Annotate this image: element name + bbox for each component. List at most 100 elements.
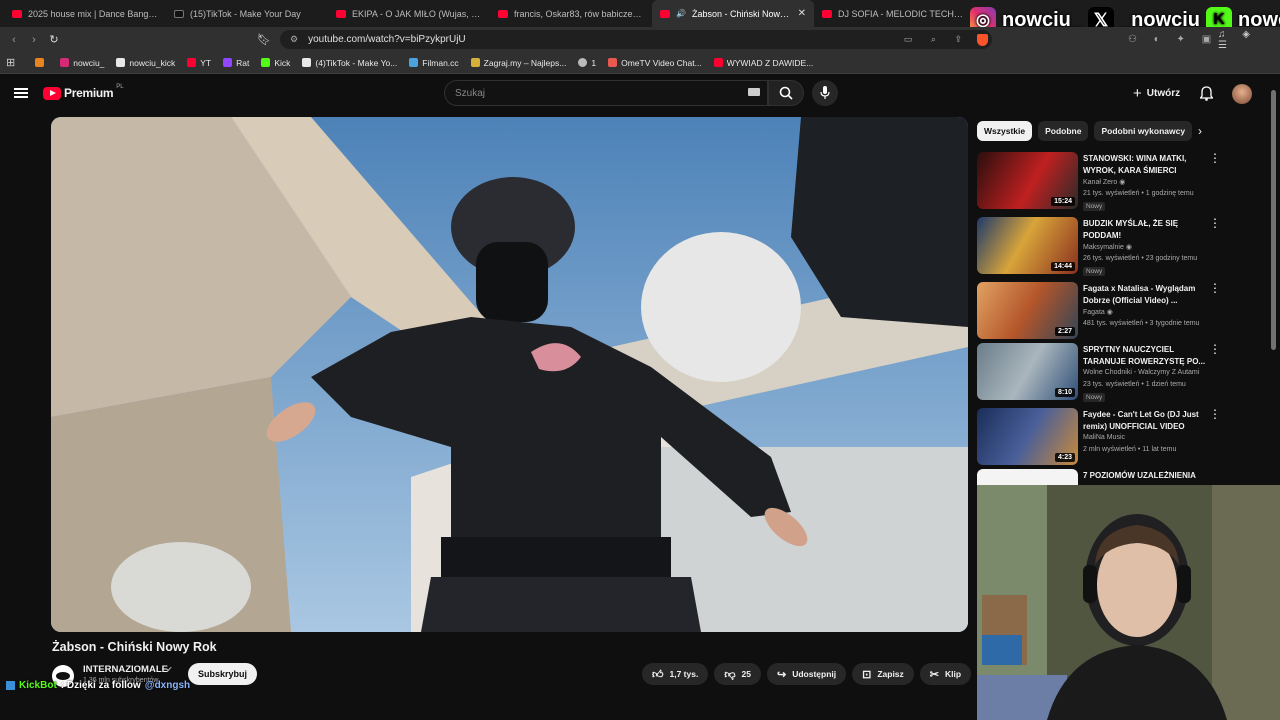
- browser-tab[interactable]: (15)TikTok - Make Your Day: [166, 0, 328, 27]
- verified-icon: ◉: [1106, 309, 1113, 316]
- create-button[interactable]: + Utwórz: [1133, 82, 1180, 104]
- recommendation-channel[interactable]: Fagata ◉: [1083, 308, 1113, 316]
- recommendation-channel[interactable]: Maksymalnie ◉: [1083, 243, 1132, 251]
- bookmark-item[interactable]: WYWIAD Z DAWIDE...: [713, 58, 813, 68]
- thumbs-down-icon: 👎︎: [724, 668, 736, 681]
- bookmark-item[interactable]: [35, 58, 48, 67]
- voice-search-button[interactable]: [812, 80, 838, 106]
- more-options-icon[interactable]: ⋮: [1209, 408, 1221, 420]
- recommendation-title[interactable]: SPRYTNY NAUCZYCIEL TARANUJE ROWERZYSTĘ P…: [1083, 344, 1207, 367]
- more-options-icon[interactable]: ⋮: [1209, 282, 1221, 294]
- chat-message: : Dzięki za follow: [60, 680, 141, 691]
- share-button[interactable]: ↪ Udostępnij: [766, 663, 847, 685]
- recommendation-item[interactable]: 15:24 STANOWSKI: WINA MATKI, WYROK, KARA…: [977, 152, 1221, 212]
- recommendation-item[interactable]: 4:23 Faydee - Can't Let Go (DJ Just remi…: [977, 408, 1221, 468]
- bookmark-icon[interactable]: 🔖︎: [254, 33, 274, 46]
- dislike-button[interactable]: 👎︎ 25: [714, 663, 761, 685]
- page-scrollbar[interactable]: [1271, 90, 1276, 350]
- recommendation-channel[interactable]: Kanał Zero ◉: [1083, 178, 1125, 186]
- speaker-icon: 🔊: [676, 9, 686, 18]
- chip-related[interactable]: Podobne: [1038, 121, 1089, 141]
- bookmark-item[interactable]: Filman.cc: [409, 58, 459, 68]
- close-tab-icon[interactable]: ✕: [798, 8, 806, 19]
- video-player[interactable]: [51, 117, 968, 632]
- recommendation-title[interactable]: BUDZIK MYŚLAŁ, ŻE SIĘ PODDAM!: [1083, 218, 1207, 241]
- forward-icon[interactable]: ›: [24, 34, 44, 46]
- save-button[interactable]: ⊡ Zapisz: [852, 663, 914, 685]
- bookmark-item[interactable]: nowciu_: [60, 58, 104, 68]
- bookmark-item[interactable]: Zagraj.my – Najleps...: [470, 58, 566, 68]
- video-thumbnail[interactable]: 4:23: [977, 408, 1078, 465]
- browser-tab[interactable]: EKIPA - O JAK MIŁO (Wujas, Michu, V: [328, 0, 490, 27]
- recommendation-item[interactable]: 8:10 SPRYTNY NAUCZYCIEL TARANUJE ROWERZY…: [977, 343, 1221, 403]
- brave-shield-icon[interactable]: [977, 33, 988, 46]
- chip-similar-artists[interactable]: Podobni wykonawcy: [1094, 121, 1193, 141]
- duration-badge: 4:23: [1054, 453, 1075, 462]
- new-badge: Nowy: [1083, 202, 1106, 211]
- more-options-icon[interactable]: ⋮: [1209, 343, 1221, 355]
- microphone-icon: [820, 86, 830, 99]
- bookmark-item[interactable]: 1: [578, 58, 596, 68]
- apps-grid-icon[interactable]: ⊞: [6, 56, 15, 69]
- clip-button[interactable]: ✂ Klip: [919, 663, 972, 685]
- reload-icon[interactable]: ↻: [44, 33, 64, 46]
- channel-name[interactable]: INTERNAZIOMALE: [83, 664, 168, 675]
- chip-all[interactable]: Wszystkie: [977, 121, 1033, 141]
- verified-icon: ✔: [166, 665, 173, 674]
- keyboard-icon[interactable]: [748, 88, 760, 96]
- youtube-header: Premium PL Szukaj + Utwórz: [0, 74, 1280, 114]
- youtube-icon: [822, 9, 832, 18]
- video-thumbnail[interactable]: 8:10: [977, 343, 1078, 400]
- recommendation-channel[interactable]: MaliNa Music: [1083, 434, 1125, 441]
- video-thumbnail[interactable]: 2:27: [977, 282, 1078, 339]
- recommendation-item[interactable]: 14:44 BUDZIK MYŚLAŁ, ŻE SIĘ PODDAM! Maks…: [977, 217, 1221, 277]
- account-avatar[interactable]: [1232, 84, 1252, 104]
- recommendation-title[interactable]: STANOWSKI: WINA MATKI, WYROK, KARA ŚMIER…: [1083, 153, 1207, 176]
- tab-title: Żabson - Chiński Nowy Rok: [691, 8, 792, 19]
- share-icon: ↪: [776, 668, 787, 681]
- browser-tab[interactable]: DJ SOFIA - MELODIC TECHNO & FU: [814, 0, 976, 27]
- recommendation-item[interactable]: 2:27 Fagata x Natalisa - Wyglądam Dobrze…: [977, 282, 1221, 342]
- chat-bot-name: KickBot: [19, 680, 57, 691]
- duration-badge: 14:44: [1051, 262, 1075, 271]
- create-label: Utwórz: [1146, 87, 1181, 99]
- page-actions[interactable]: ▭ ⌕ ⇪: [904, 34, 970, 45]
- more-options-icon[interactable]: ⋮: [1209, 152, 1221, 164]
- like-button[interactable]: 👍︎ 1,7 tys.: [642, 663, 709, 685]
- toolbar-icons-right[interactable]: ♫ ◈ ☰: [1218, 29, 1280, 51]
- browser-tab-active[interactable]: 🔊 Żabson - Chiński Nowy Rok ✕: [652, 0, 814, 27]
- video-thumbnail[interactable]: 14:44: [977, 217, 1078, 274]
- notifications-button[interactable]: [1199, 86, 1214, 106]
- browser-tab[interactable]: francis, Oskar83, rów babicze - BERL: [490, 0, 652, 27]
- bookmark-item[interactable]: nowciu_kick: [116, 58, 175, 68]
- bookmark-item[interactable]: (4)TikTok - Make Yo...: [302, 58, 397, 68]
- bookmark-item[interactable]: OmeTV Video Chat...: [608, 58, 702, 68]
- tiktok-icon: [174, 9, 184, 18]
- bookmarks-bar: ⊞ nowciu_ nowciu_kick YT Rat Kick (4)Tik…: [0, 52, 1280, 74]
- browser-tab[interactable]: 2025 house mix | Dance Bangers - Yo: [4, 0, 166, 27]
- subscribe-button[interactable]: Subskrybuj: [188, 663, 258, 685]
- video-thumbnail[interactable]: 15:24: [977, 152, 1078, 209]
- bookmark-item[interactable]: YT: [187, 58, 211, 68]
- back-icon[interactable]: ‹: [4, 34, 24, 46]
- search-button[interactable]: [768, 80, 804, 106]
- menu-icon[interactable]: [14, 88, 28, 98]
- recommendation-title[interactable]: Fagata x Natalisa - Wyglądam Dobrze (Off…: [1083, 283, 1207, 306]
- plus-icon: +: [1133, 84, 1142, 102]
- recommendation-title[interactable]: Faydee - Can't Let Go (DJ Just remix) UN…: [1083, 409, 1207, 432]
- search-input[interactable]: Szukaj: [444, 80, 768, 106]
- recommendation-channel[interactable]: Wolne Chodniki - Walczymy Z Autami: [1083, 369, 1199, 376]
- url-field[interactable]: ⚙ youtube.com/watch?v=biPzykprUjU ▭ ⌕ ⇪: [280, 30, 992, 49]
- chevron-right-icon[interactable]: ›: [1198, 124, 1202, 138]
- site-info-icon[interactable]: ⚙: [290, 34, 298, 45]
- recommendation-title[interactable]: 7 POZIOMÓW UZALEŻNIENIA: [1083, 470, 1207, 482]
- tab-title: DJ SOFIA - MELODIC TECHNO & FU: [838, 8, 968, 19]
- search-icon: [779, 86, 793, 100]
- duration-badge: 8:10: [1054, 388, 1075, 397]
- extensions-icons[interactable]: ⚇ ◐ ✦ ▣: [1128, 34, 1218, 45]
- scissors-icon: ✂: [929, 668, 939, 681]
- bookmark-item[interactable]: Kick: [261, 58, 290, 68]
- bookmark-item[interactable]: Rat: [223, 58, 249, 68]
- youtube-logo[interactable]: Premium PL: [43, 84, 124, 100]
- more-options-icon[interactable]: ⋮: [1209, 217, 1221, 229]
